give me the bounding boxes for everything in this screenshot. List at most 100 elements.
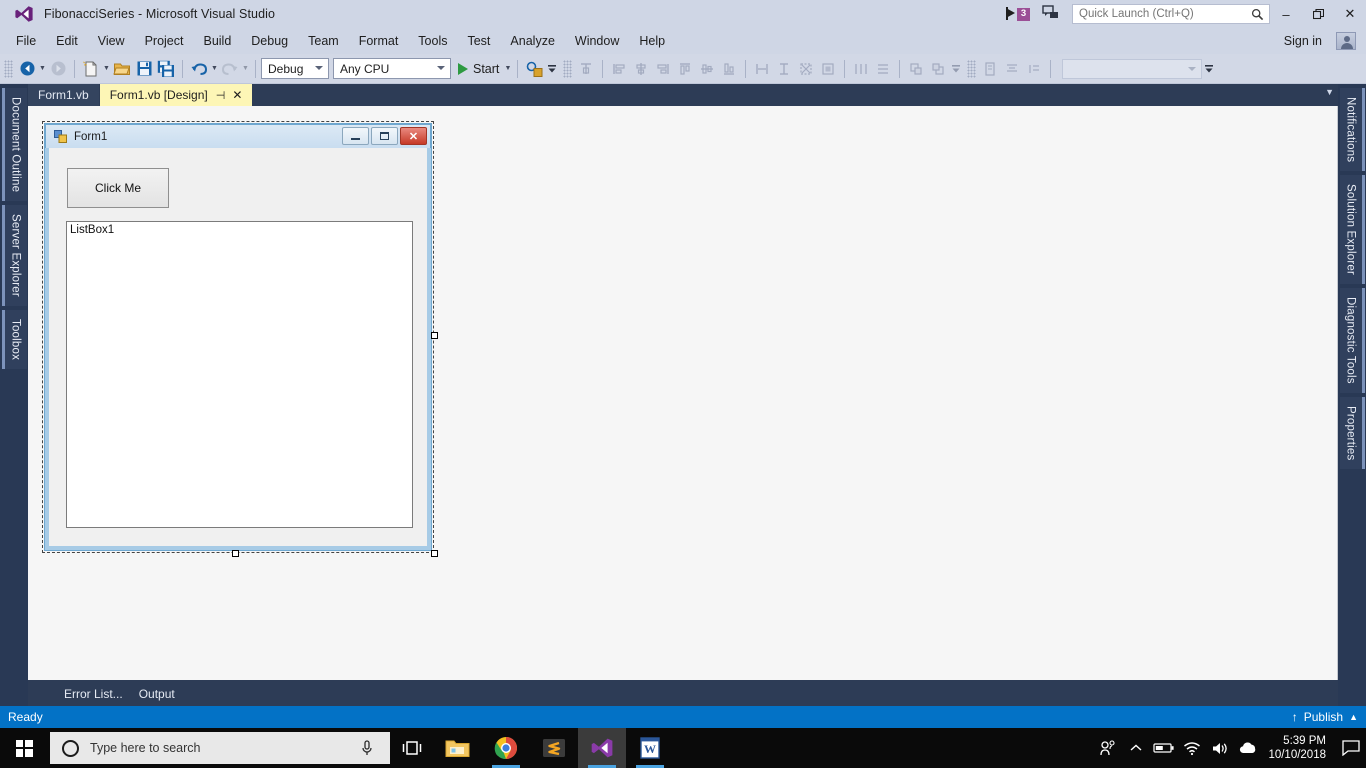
- toolbar-separator: [74, 59, 75, 78]
- quick-launch-box[interactable]: [1072, 4, 1270, 24]
- toolbar-grip[interactable]: [4, 59, 13, 78]
- tab-list-chevron-icon[interactable]: ▼: [1325, 87, 1334, 97]
- menu-item-project[interactable]: Project: [136, 31, 193, 51]
- menu-item-edit[interactable]: Edit: [47, 31, 87, 51]
- restore-window-button[interactable]: [1302, 0, 1334, 28]
- save-icon[interactable]: [133, 58, 155, 80]
- form-designer-icon: [54, 130, 67, 143]
- open-file-icon[interactable]: [111, 58, 133, 80]
- sidebar-item-properties[interactable]: Properties: [1339, 396, 1365, 470]
- undo-icon[interactable]: [188, 58, 210, 80]
- font-combo[interactable]: [1062, 58, 1203, 79]
- navigate-back-icon[interactable]: [16, 58, 38, 80]
- sidebar-item-server-explorer[interactable]: Server Explorer: [1, 205, 27, 307]
- quick-launch-input[interactable]: [1079, 8, 1251, 20]
- layout-toolbar-overflow-icon[interactable]: [949, 58, 963, 80]
- send-feedback-icon[interactable]: [1040, 4, 1066, 24]
- menu-item-analyze[interactable]: Analyze: [501, 31, 563, 51]
- taskbar-clock[interactable]: 5:39 PM 10/10/2018: [1268, 734, 1326, 762]
- undo-dropdown[interactable]: ▼: [210, 58, 219, 80]
- menu-item-test[interactable]: Test: [458, 31, 499, 51]
- resize-handle-bottom-center[interactable]: [232, 550, 239, 557]
- pin-icon[interactable]: ⊣: [216, 89, 226, 102]
- notification-count-badge[interactable]: 3: [1017, 8, 1030, 21]
- menu-item-file[interactable]: File: [7, 31, 45, 51]
- menu-item-tools[interactable]: Tools: [409, 31, 456, 51]
- solution-platform-combo[interactable]: Any CPU: [333, 58, 451, 79]
- microphone-icon[interactable]: [360, 740, 374, 762]
- taskbar-app-visual-studio[interactable]: [578, 728, 626, 768]
- click-me-button[interactable]: Click Me: [67, 168, 169, 208]
- left-dock-strip: Document Outline Server Explorer Toolbox: [0, 84, 28, 706]
- sidebar-item-notifications[interactable]: Notifications: [1339, 88, 1365, 172]
- toolbar-options-icon[interactable]: [1202, 58, 1216, 80]
- menu-item-help[interactable]: Help: [630, 31, 674, 51]
- navigate-forward-icon: [47, 58, 69, 80]
- form-selection-adorner[interactable]: Form1 ✕ Click Me ListBox1: [42, 121, 438, 557]
- wifi-icon[interactable]: [1178, 728, 1206, 768]
- make-same-size-icon: [795, 58, 817, 80]
- taskbar-app-file-explorer[interactable]: [434, 728, 482, 768]
- menu-item-team[interactable]: Team: [299, 31, 348, 51]
- show-hidden-icons-chevron[interactable]: [1122, 728, 1150, 768]
- status-bar-right-group: ↑ Publish ▲: [1292, 710, 1358, 724]
- menu-item-debug[interactable]: Debug: [242, 31, 297, 51]
- sidebar-item-solution-explorer[interactable]: Solution Explorer: [1339, 175, 1365, 285]
- volume-icon[interactable]: [1206, 728, 1234, 768]
- taskbar-app-google-chrome[interactable]: [482, 728, 530, 768]
- windows-form[interactable]: Form1 ✕ Click Me ListBox1: [45, 124, 431, 550]
- publish-button[interactable]: Publish: [1304, 710, 1343, 724]
- new-project-dropdown[interactable]: ▼: [102, 58, 111, 80]
- tab-form1-vb-design[interactable]: Form1.vb [Design] ⊣ ✕: [99, 84, 254, 106]
- taskbar-search-box[interactable]: Type here to search: [50, 732, 390, 764]
- listbox-control[interactable]: ListBox1: [66, 221, 413, 528]
- toolbar-separator: [517, 59, 519, 78]
- menu-item-build[interactable]: Build: [194, 31, 240, 51]
- tab-error-list[interactable]: Error List...: [56, 683, 131, 704]
- battery-icon[interactable]: [1150, 728, 1178, 768]
- bottom-tool-tab-strip: Error List... Output: [28, 680, 1338, 706]
- account-icon[interactable]: [1336, 32, 1356, 50]
- menu-item-window[interactable]: Window: [566, 31, 628, 51]
- sidebar-item-document-outline[interactable]: Document Outline: [1, 88, 27, 202]
- task-view-icon[interactable]: [390, 728, 434, 768]
- feedback-flag-icon[interactable]: 3: [1006, 4, 1040, 24]
- find-in-files-icon[interactable]: [523, 58, 545, 80]
- people-icon[interactable]: [1094, 728, 1122, 768]
- form-close-button[interactable]: ✕: [400, 127, 427, 145]
- form-designer-surface[interactable]: Form1 ✕ Click Me ListBox1: [28, 106, 1338, 680]
- action-center-icon[interactable]: [1336, 728, 1366, 768]
- menu-item-format[interactable]: Format: [350, 31, 408, 51]
- toolbar-separator: [255, 59, 256, 78]
- save-all-icon[interactable]: [155, 58, 177, 80]
- resize-handle-middle-right[interactable]: [431, 332, 438, 339]
- menu-item-view[interactable]: View: [89, 31, 134, 51]
- start-debug-button[interactable]: Start: [455, 58, 503, 80]
- navigate-back-dropdown[interactable]: ▼: [38, 58, 47, 80]
- close-icon[interactable]: ✕: [232, 88, 242, 102]
- tab-form1-vb[interactable]: Form1.vb: [28, 84, 100, 106]
- tab-output[interactable]: Output: [131, 683, 183, 704]
- caret-up-icon[interactable]: ▲: [1349, 712, 1358, 722]
- taskbar-app-microsoft-word[interactable]: W: [626, 728, 674, 768]
- visual-studio-window: FibonacciSeries - Microsoft Visual Studi…: [0, 0, 1366, 728]
- resize-handle-bottom-right[interactable]: [431, 550, 438, 557]
- solution-configuration-combo[interactable]: Debug: [261, 58, 329, 79]
- align-to-grid-icon: [575, 58, 597, 80]
- sidebar-item-toolbox[interactable]: Toolbox: [1, 310, 27, 370]
- form-minimize-button[interactable]: [342, 127, 369, 145]
- sign-in-button[interactable]: Sign in: [1276, 32, 1330, 50]
- minimize-window-button[interactable]: –: [1270, 0, 1302, 28]
- windows-start-icon[interactable]: [0, 728, 48, 768]
- form-client-area[interactable]: Click Me ListBox1: [49, 148, 427, 546]
- taskbar-app-sublime-text[interactable]: [530, 728, 578, 768]
- format-toolbar-grip[interactable]: [967, 59, 977, 78]
- toolbar-overflow-icon[interactable]: [545, 58, 559, 80]
- sidebar-item-diagnostic-tools[interactable]: Diagnostic Tools: [1339, 288, 1365, 393]
- close-window-button[interactable]: ✕: [1334, 0, 1366, 28]
- form-maximize-button[interactable]: [371, 127, 398, 145]
- new-project-icon[interactable]: [80, 58, 102, 80]
- layout-toolbar-grip[interactable]: [563, 59, 573, 78]
- start-debug-dropdown[interactable]: ▼: [503, 58, 512, 80]
- onedrive-icon[interactable]: [1234, 728, 1262, 768]
